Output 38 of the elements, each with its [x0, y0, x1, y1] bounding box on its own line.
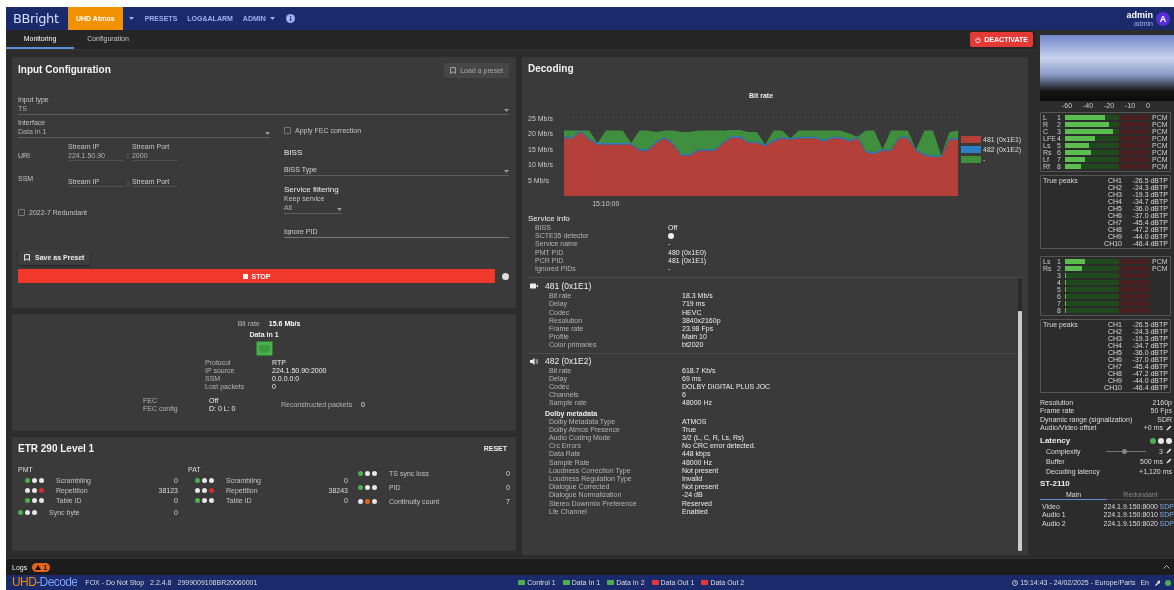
caret-icon: [128, 17, 134, 20]
pencil-icon: [1166, 424, 1172, 431]
bookmark-icon: [24, 254, 30, 261]
section-title: Latency: [1040, 436, 1071, 445]
power-icon: [975, 36, 982, 43]
bookmark-icon: [450, 67, 457, 74]
caret-icon: [504, 109, 509, 112]
info-icon[interactable]: [285, 14, 295, 23]
scrollbar-thumb[interactable]: [1018, 311, 1022, 551]
user-name: admin: [1126, 9, 1153, 20]
caret-icon: [337, 208, 342, 211]
slider-thumb[interactable]: [1121, 448, 1127, 454]
stop-icon: [242, 273, 248, 279]
user-avatar[interactable]: A: [1156, 11, 1170, 26]
circle-icon[interactable]: [502, 272, 509, 280]
checkbox[interactable]: [18, 209, 25, 216]
panel-title: Input Configuration: [18, 64, 111, 75]
checkbox[interactable]: [284, 127, 291, 134]
indicator-light: [668, 233, 674, 240]
panel-title: ETR 290 Level 1: [18, 443, 95, 454]
caret-icon: [265, 132, 270, 135]
connection-light: [1165, 579, 1171, 586]
stream-title: 482 (0x1E2): [545, 356, 592, 367]
section-title: Service info: [528, 214, 571, 223]
clock-icon: [1012, 579, 1019, 586]
stream-title: 481 (0x1E1): [545, 281, 592, 292]
warning-icon: [35, 564, 42, 570]
panel-title: Decoding: [528, 63, 575, 74]
section-title: ST-2110: [1040, 479, 1071, 488]
caret-icon: [269, 17, 275, 20]
chevron-up-icon[interactable]: [1163, 565, 1170, 569]
section-title: Service filtering: [284, 185, 340, 194]
ethernet-port-icon: [255, 341, 273, 356]
app-logo: BBright: [13, 11, 60, 26]
section-title: BISS: [284, 148, 304, 157]
speaker-icon: [530, 357, 538, 365]
caret-icon: [504, 170, 509, 173]
video-camera-icon: [530, 283, 538, 290]
